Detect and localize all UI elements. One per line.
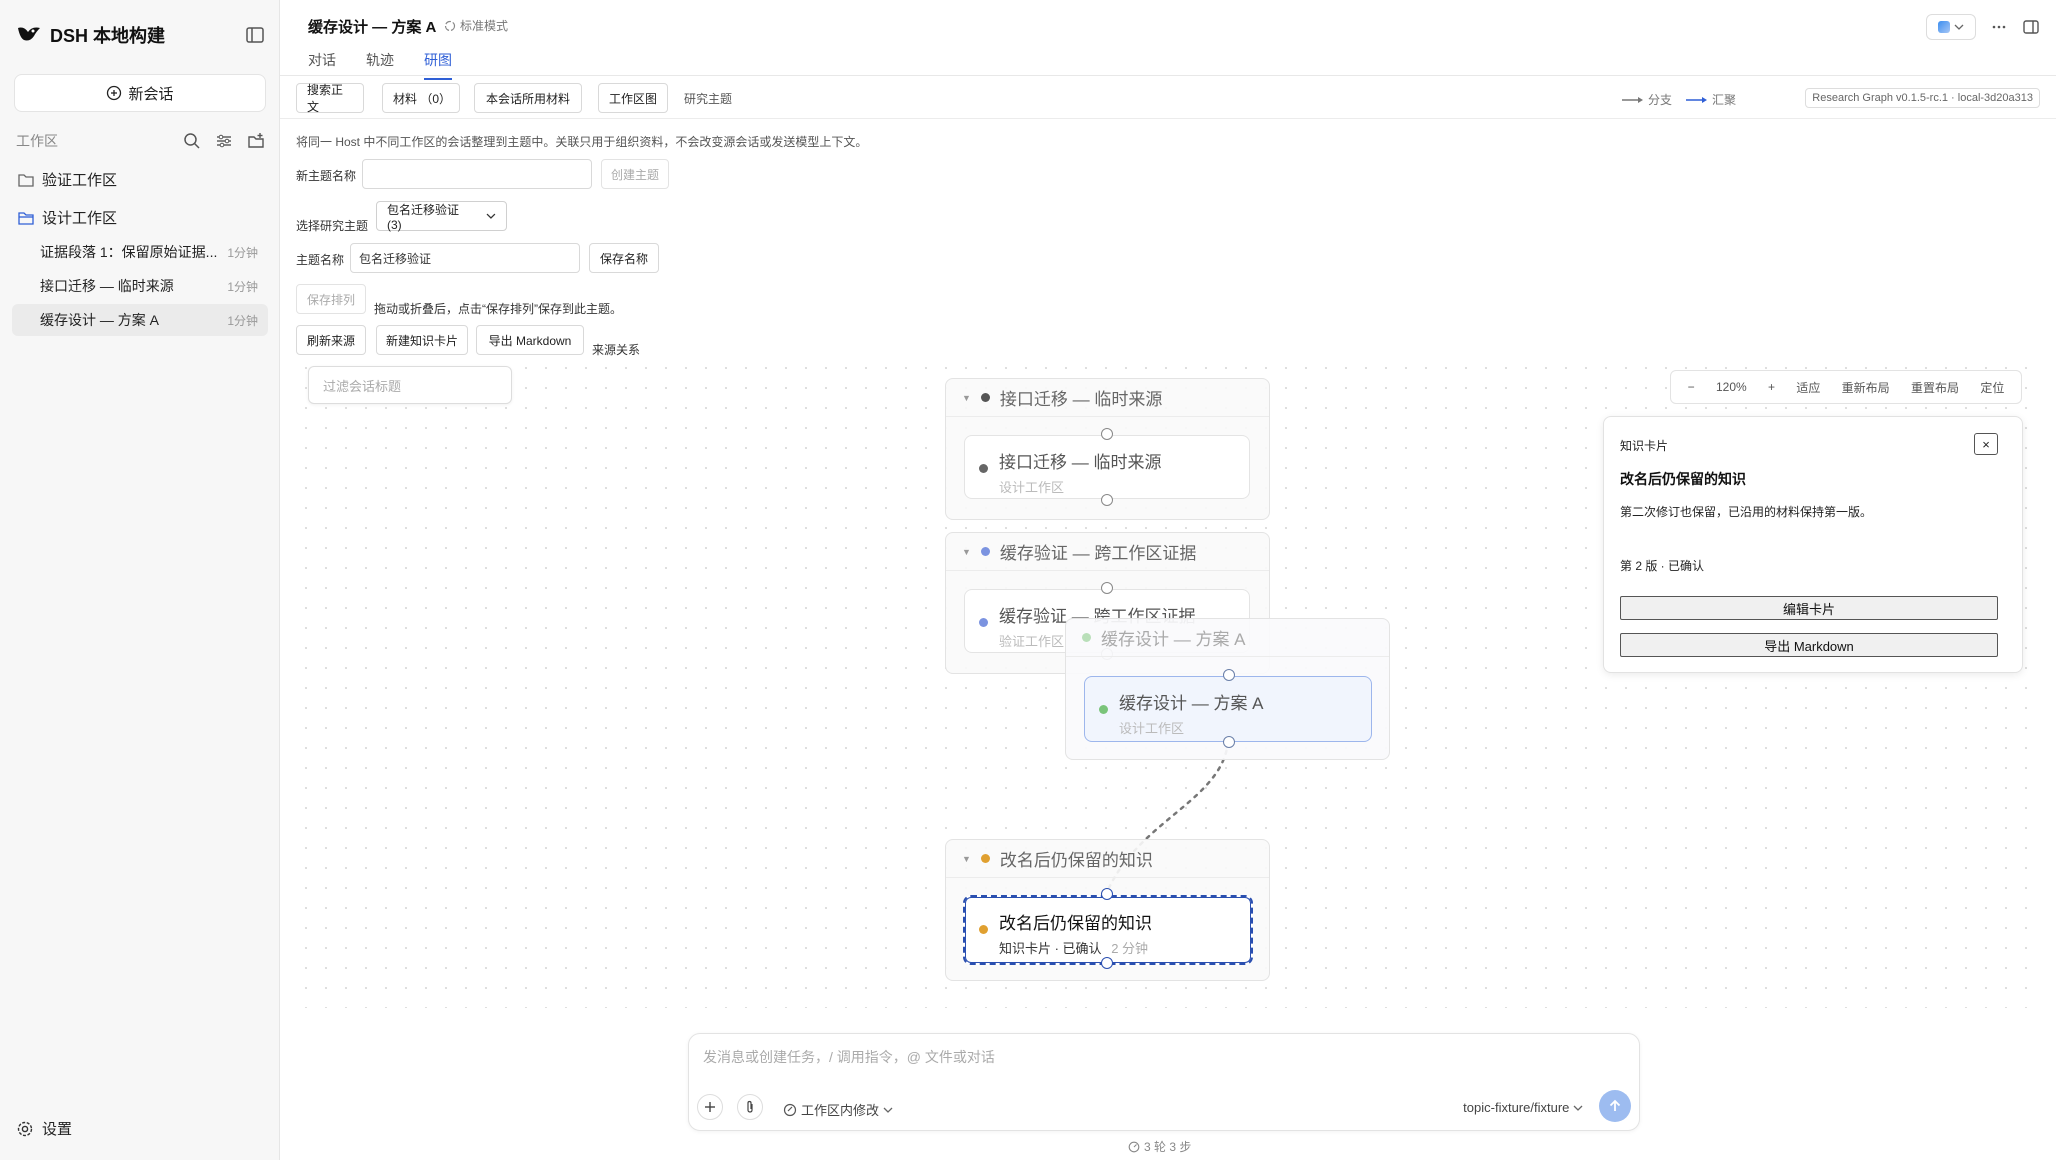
send-button[interactable] [1599, 1090, 1631, 1122]
paperclip-icon [747, 1100, 753, 1113]
node-handle-bottom[interactable] [1101, 494, 1113, 506]
panel-label: 知识卡片 [1620, 439, 1669, 453]
edit-scope-selector[interactable]: 工作区内修改 [783, 1100, 893, 1119]
gauge-icon [1128, 1141, 1140, 1152]
group-title: 缓存设计 — 方案 A [1101, 630, 1246, 649]
message-input[interactable]: 发消息或创建任务，/ 调用指令，@ 文件或对话 [703, 1047, 995, 1067]
node-subtitle: 设计工作区 [1119, 721, 1185, 736]
composer: 发消息或创建任务，/ 调用指令，@ 文件或对话 工作区内修改 topic-fix… [688, 1033, 1640, 1131]
edit-card-button[interactable]: 编辑卡片 [1620, 596, 1998, 620]
node-title: 改名后仍保留的知识 [999, 914, 1152, 933]
group-title: 缓存验证 — 跨工作区证据 [999, 544, 1197, 563]
group-title: 改名后仍保留的知识 [999, 851, 1153, 870]
node-color-dot [979, 464, 988, 473]
edit-scope-label: 工作区内修改 [801, 1103, 880, 1118]
card-body: 第二次修订也保留，已沿用的材料保持第一版。 [1620, 505, 1873, 519]
collapse-caret-icon[interactable]: ▼ [962, 547, 971, 557]
model-label: topic-fixture/fixture [1463, 1100, 1570, 1115]
node-handle-top[interactable] [1101, 888, 1113, 900]
step-counter-label: 3 轮 3 步 [1144, 1140, 1192, 1154]
edit-scope-icon [783, 1103, 797, 1116]
group-interface-migration[interactable]: ▼ 接口迁移 — 临时来源 接口迁移 — 临时来源 设计工作区 [945, 378, 1270, 520]
export-card-markdown-button[interactable]: 导出 Markdown [1620, 633, 1998, 657]
session-node[interactable]: 接口迁移 — 临时来源 设计工作区 [964, 435, 1250, 499]
node-color-dot [979, 618, 988, 627]
knowledge-card-node-selected[interactable]: 改名后仍保留的知识 知识卡片 · 已确认 2 分钟 [963, 895, 1253, 965]
node-title: 缓存设计 — 方案 A [1119, 694, 1264, 713]
card-meta: 第 2 版 · 已确认 [1620, 559, 1705, 573]
knowledge-card-panel: 知识卡片 × 改名后仍保留的知识 第二次修订也保留，已沿用的材料保持第一版。 第… [1603, 416, 2023, 673]
node-handle-top[interactable] [1223, 669, 1235, 681]
chevron-down-icon [1573, 1105, 1583, 1111]
node-handle-top[interactable] [1101, 582, 1113, 594]
arrow-up-icon [1609, 1099, 1621, 1111]
node-title: 接口迁移 — 临时来源 [999, 453, 1162, 472]
group-color-dot [1082, 633, 1091, 642]
card-title: 改名后仍保留的知识 [1620, 471, 1746, 487]
chevron-down-icon [883, 1107, 893, 1113]
group-cache-design[interactable]: 缓存设计 — 方案 A 缓存设计 — 方案 A 设计工作区 [1065, 618, 1390, 760]
add-attachment-button[interactable] [697, 1094, 723, 1120]
node-subtitle: 设计工作区 [999, 480, 1065, 495]
node-handle-bottom[interactable] [1223, 736, 1235, 748]
plus-icon [705, 1102, 715, 1112]
node-subtitle: 知识卡片 · 已确认 [999, 941, 1102, 956]
attach-file-button[interactable] [737, 1094, 763, 1120]
step-counter: 3 轮 3 步 [1128, 1138, 1191, 1155]
collapse-caret-icon[interactable]: ▼ [962, 393, 971, 403]
close-button[interactable]: × [1974, 433, 1998, 455]
node-time: 2 分钟 [1111, 941, 1149, 956]
collapse-caret-icon[interactable]: ▼ [962, 854, 971, 864]
node-handle-top[interactable] [1101, 428, 1113, 440]
session-node-selected[interactable]: 缓存设计 — 方案 A 设计工作区 [1084, 676, 1372, 742]
group-color-dot [980, 854, 990, 863]
node-color-dot [979, 925, 988, 934]
group-title: 接口迁移 — 临时来源 [999, 390, 1163, 409]
group-knowledge-card[interactable]: ▼ 改名后仍保留的知识 改名后仍保留的知识 知识卡片 · 已确认 2 分钟 [945, 839, 1270, 981]
node-handle-bottom[interactable] [1101, 957, 1113, 969]
group-color-dot [980, 547, 990, 556]
node-color-dot [1099, 705, 1108, 714]
group-color-dot [980, 393, 990, 402]
model-picker[interactable]: topic-fixture/fixture [1463, 1100, 1583, 1115]
